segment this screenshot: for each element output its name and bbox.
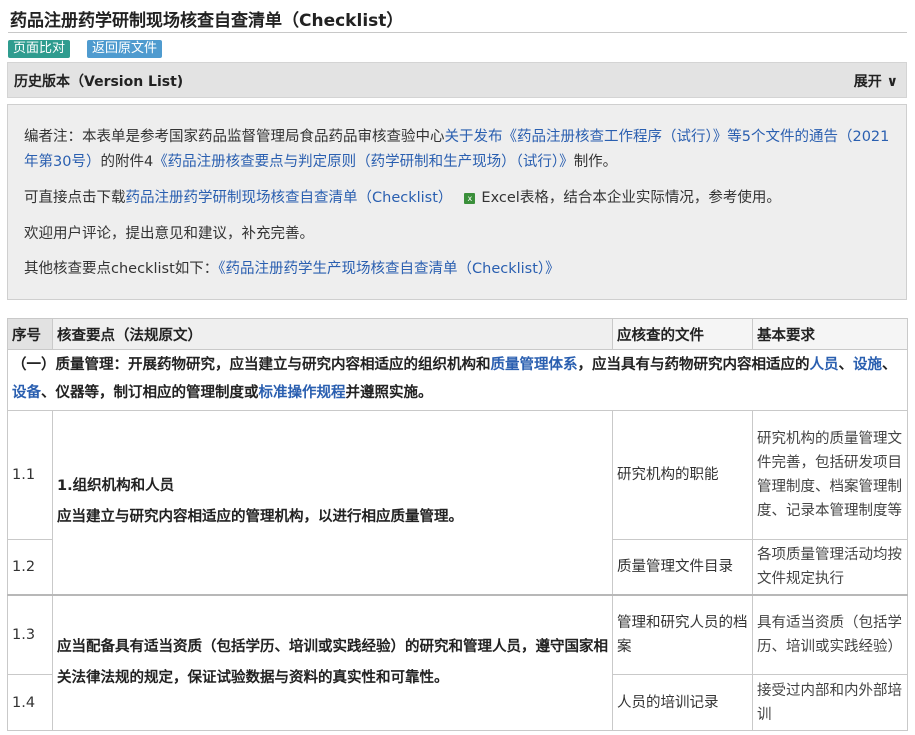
table-row: 1.3 应当配备具有适当资质（包括学历、培训或实践经验）的研究和管理人员，遵守国… <box>7 593 908 731</box>
note-text: Excel表格，结合本企业实际情况，参考使用。 <box>481 190 781 206</box>
editor-note: 编者注：本表单是参考国家药品监督管理局食品药品审核查验中心关于发布《药品注册核查… <box>7 104 907 300</box>
section-text: 并遵照实施。 <box>345 385 433 401</box>
personnel-link[interactable]: 人员 <box>810 357 839 373</box>
note-paragraph-4: 其他核查要点checklist如下：《药品注册药学生产现场核查自查清单（Chec… <box>24 257 892 282</box>
expand-toggle[interactable]: 展开 ∨ <box>854 71 898 91</box>
title-divider <box>8 32 907 33</box>
note-paragraph-3: 欢迎用户评论，提出意见和建议，补充完善。 <box>24 226 314 242</box>
back-to-original-button[interactable]: 返回原文件 <box>87 40 163 58</box>
check-point: 应当配备具有适当资质（包括学历、培训或实践经验）的研究和管理人员，遵守国家相关法… <box>52 593 613 731</box>
requirement-cell: 各项质量管理活动均按文件规定执行 <box>752 539 908 595</box>
checklist-table: 序号 核查要点（法规原文） 应核查的文件 基本要求 （一）质量管理：开展药物研究… <box>7 318 908 731</box>
table-row: 1.1 1.组织机构和人员 应当建立与研究内容相适应的管理机构，以进行相应质量管… <box>7 410 908 595</box>
facilities-link[interactable]: 设施 <box>853 357 882 373</box>
section-text: （一）质量管理：开展药物研究，应当建立与研究内容相适应的组织机构和 <box>12 357 491 373</box>
section-text: 、仪器等，制订相应的管理制度或 <box>41 385 259 401</box>
section-text: 、 <box>838 357 854 373</box>
section-text: ，应当具有与药物研究内容相适应的 <box>577 357 810 373</box>
requirement-cell: 接受过内部和内外部培训 <box>752 674 908 731</box>
row-index: 1.4 <box>7 674 53 731</box>
document-cell: 质量管理文件目录 <box>612 539 753 595</box>
table-header-row: 序号 核查要点（法规原文） 应核查的文件 基本要求 <box>7 318 908 350</box>
row-index: 1.3 <box>7 593 53 675</box>
document-cell: 管理和研究人员的档案 <box>612 593 753 675</box>
document-cell: 人员的培训记录 <box>612 674 753 731</box>
requirement-cell: 具有适当资质（包括学历、培训或实践经验） <box>752 593 908 675</box>
equipment-link[interactable]: 设备 <box>12 385 41 401</box>
note-text: 可直接点击下载 <box>24 190 126 206</box>
note-paragraph-1: 编者注：本表单是参考国家药品监督管理局食品药品审核查验中心关于发布《药品注册核查… <box>24 125 892 175</box>
requirement-cell: 研究机构的质量管理文件完善，包括研发项目管理制度、档案管理制度、记录本管理制度等 <box>752 410 908 540</box>
page-compare-button[interactable]: 页面比对 <box>8 40 71 58</box>
attachment-link[interactable]: 《药品注册核查要点与判定原则（药学研制和生产现场）（试行）》 <box>153 154 574 170</box>
header-index: 序号 <box>7 318 53 350</box>
section-row: （一）质量管理：开展药物研究，应当建立与研究内容相适应的组织机构和质量管理体系，… <box>7 349 908 411</box>
note-paragraph-2: 可直接点击下载药品注册药学研制现场核查自查清单（Checklist） x Excel… <box>24 186 892 211</box>
note-text: 其他核查要点checklist如下： <box>24 261 219 277</box>
note-text: 制作。 <box>573 154 618 170</box>
document-cell: 研究机构的职能 <box>612 410 753 540</box>
download-checklist-link[interactable]: 药品注册药学研制现场核查自查清单（Checklist） <box>126 190 453 206</box>
qms-link[interactable]: 质量管理体系 <box>491 357 578 373</box>
row-index: 1.1 <box>7 410 53 540</box>
page-title: 药品注册药学研制现场核查自查清单（Checklist） <box>10 11 404 31</box>
production-checklist-link[interactable]: 《药品注册药学生产现场核查自查清单（Checklist）》 <box>218 261 559 277</box>
note-text: 的附件4 <box>100 154 154 170</box>
check-point: 1.组织机构和人员 应当建立与研究内容相适应的管理机构，以进行相应质量管理。 <box>52 410 613 595</box>
version-list-bar: 历史版本（Version List) 展开 ∨ <box>7 62 907 98</box>
sop-link[interactable]: 标准操作规程 <box>259 385 346 401</box>
note-text: 编者注：本表单是参考国家药品监督管理局食品药品审核查验中心 <box>24 129 445 145</box>
check-point-heading: 1.组织机构和人员 <box>57 478 175 495</box>
header-requirements: 基本要求 <box>752 318 908 350</box>
version-list-label: 历史版本（Version List) <box>14 74 184 90</box>
header-point: 核查要点（法规原文） <box>52 318 613 350</box>
check-point-text: 应当建立与研究内容相适应的管理机构，以进行相应质量管理。 <box>57 509 463 526</box>
section-heading: （一）质量管理：开展药物研究，应当建立与研究内容相适应的组织机构和质量管理体系，… <box>7 349 908 411</box>
excel-icon: x <box>464 193 476 204</box>
row-index: 1.2 <box>7 539 53 595</box>
header-documents: 应核查的文件 <box>612 318 753 350</box>
section-text: 、 <box>882 357 897 373</box>
